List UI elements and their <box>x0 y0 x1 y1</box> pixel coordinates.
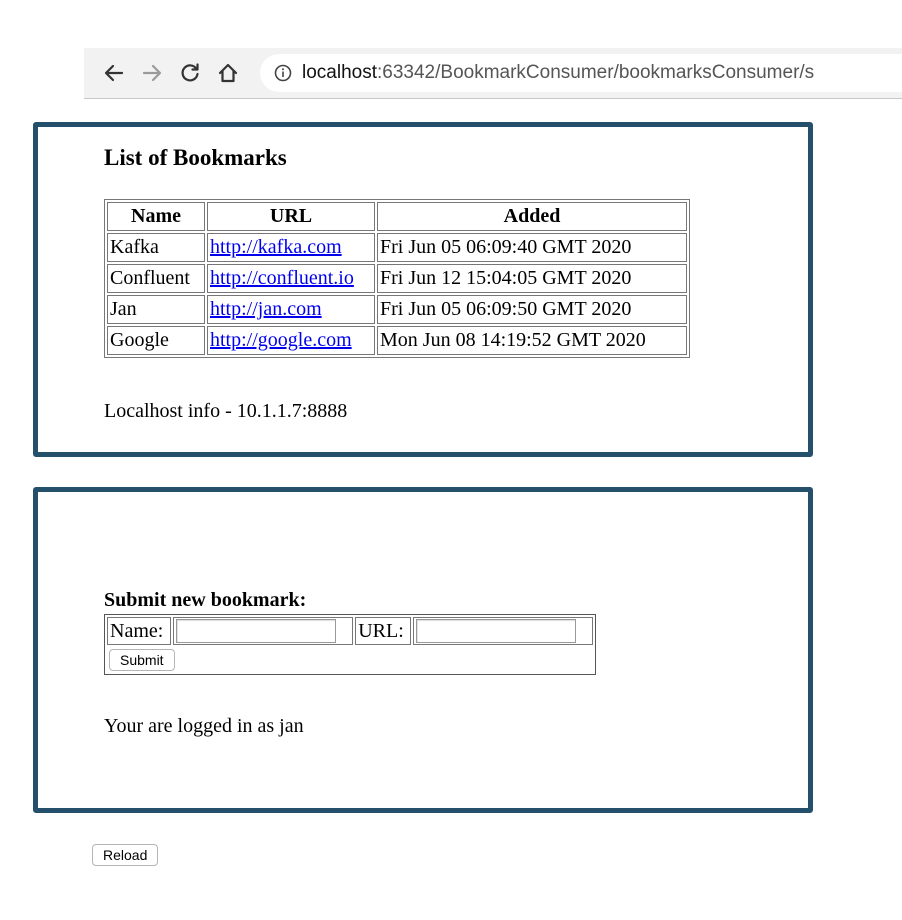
reload-icon <box>181 63 199 82</box>
bookmark-url-link[interactable]: http://confluent.io <box>210 267 354 289</box>
bookmark-url-cell: http://confluent.io <box>207 264 375 293</box>
info-icon[interactable] <box>274 64 292 82</box>
reload-button[interactable]: Reload <box>92 844 159 866</box>
bookmark-list-panel: List of Bookmarks Name URL Added Kafka h… <box>33 122 813 457</box>
table-header-row: Name URL Added <box>107 202 687 231</box>
bookmark-url-cell: http://jan.com <box>207 295 375 324</box>
url-input[interactable] <box>416 619 577 643</box>
column-header-url: URL <box>207 202 375 231</box>
address-bar[interactable]: localhost:63342/BookmarkConsumer/bookmar… <box>260 54 902 92</box>
bookmark-name: Kafka <box>107 233 205 262</box>
bookmark-url-cell: http://google.com <box>207 326 375 355</box>
bookmark-url-link[interactable]: http://kafka.com <box>210 236 342 258</box>
bookmark-added: Fri Jun 05 06:09:50 GMT 2020 <box>377 295 687 324</box>
column-header-name: Name <box>107 202 205 231</box>
home-button[interactable] <box>210 55 246 91</box>
bookmark-url-cell: http://kafka.com <box>207 233 375 262</box>
name-input[interactable] <box>176 619 337 643</box>
submit-form-table: Name: URL: Submit <box>104 614 596 675</box>
url-path: :63342/BookmarkConsumer/bookmarksConsume… <box>377 62 815 83</box>
forward-arrow-icon <box>142 64 162 82</box>
bookmark-added: Fri Jun 05 06:09:40 GMT 2020 <box>377 233 687 262</box>
submit-cell: Submit <box>107 647 593 672</box>
table-row: Google http://google.com Mon Jun 08 14:1… <box>107 326 687 355</box>
submit-button[interactable]: Submit <box>109 649 175 671</box>
reload-page-button[interactable] <box>172 55 208 91</box>
home-icon <box>218 63 238 83</box>
bookmark-name: Jan <box>107 295 205 324</box>
name-label: Name: <box>107 617 172 645</box>
bookmark-name: Google <box>107 326 205 355</box>
localhost-info: Localhost info - 10.1.1.7:8888 <box>104 400 348 422</box>
bookmark-url-link[interactable]: http://google.com <box>210 329 352 351</box>
table-row: Kafka http://kafka.com Fri Jun 05 06:09:… <box>107 233 687 262</box>
bookmark-list-title: List of Bookmarks <box>104 145 287 170</box>
bookmark-added: Fri Jun 12 15:04:05 GMT 2020 <box>377 264 687 293</box>
back-arrow-icon <box>104 64 124 82</box>
bookmark-url-link[interactable]: http://jan.com <box>210 298 322 320</box>
url-input-cell <box>413 617 593 645</box>
table-row: Confluent http://confluent.io Fri Jun 12… <box>107 264 687 293</box>
column-header-added: Added <box>377 202 687 231</box>
forward-button[interactable] <box>134 55 170 91</box>
submit-bookmark-panel: Submit new bookmark: Name: URL: Submit Y… <box>33 487 813 813</box>
back-button[interactable] <box>96 55 132 91</box>
bookmark-added: Mon Jun 08 14:19:52 GMT 2020 <box>377 326 687 355</box>
name-input-cell <box>173 617 354 645</box>
logged-in-status: Your are logged in as jan <box>104 715 304 737</box>
url-label: URL: <box>355 617 412 645</box>
bookmarks-table: Name URL Added Kafka http://kafka.com Fr… <box>104 199 690 358</box>
bookmark-name: Confluent <box>107 264 205 293</box>
browser-toolbar: localhost:63342/BookmarkConsumer/bookmar… <box>84 48 902 99</box>
form-row: Name: URL: <box>107 617 593 645</box>
submit-form-title: Submit new bookmark: <box>104 589 307 611</box>
url-host: localhost <box>302 62 377 83</box>
table-row: Jan http://jan.com Fri Jun 05 06:09:50 G… <box>107 295 687 324</box>
form-row: Submit <box>107 647 593 672</box>
